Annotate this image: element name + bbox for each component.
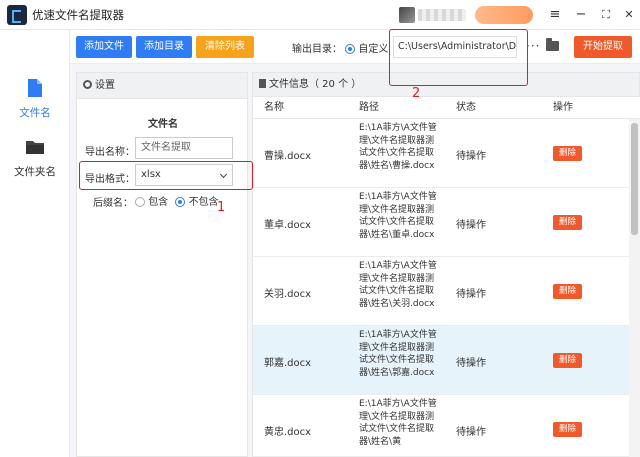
- delete-button[interactable]: 删除: [553, 422, 582, 437]
- browse-folder-icon[interactable]: [546, 38, 559, 51]
- start-extract-button[interactable]: 开始提取: [574, 36, 632, 58]
- vip-badge[interactable]: [475, 6, 533, 24]
- file-status: 待操作: [456, 427, 486, 438]
- add-directory-button[interactable]: 添加目录: [136, 36, 192, 58]
- file-path: E:\1A菲方\A文件管理\文件名提取器测试文件\文件名提取器\姓名\曹操.do…: [359, 123, 437, 171]
- minimize-icon[interactable]: −: [571, 5, 591, 25]
- file-list-panel: 文件信息（ 20 个 ） 名称 路径 状态 操作 曹操.docx E:\1A菲方…: [252, 72, 640, 457]
- file-name: 曹操.docx: [264, 151, 312, 162]
- toolbar: 添加文件 添加目录 清除列表 输出目录： 自定义 C:\Users\Admini…: [70, 30, 640, 64]
- folder-icon: [26, 141, 44, 154]
- output-label-text: 输出目录：: [292, 44, 342, 55]
- suffix-include-label: 包含: [148, 197, 169, 208]
- table-row[interactable]: 曹操.docx E:\1A菲方\A文件管理\文件名提取器测试文件\文件名提取器\…: [253, 119, 629, 188]
- file-count-label: 文件信息（ 20 个 ）: [269, 79, 362, 90]
- file-name: 关羽.docx: [264, 289, 312, 300]
- sidebar: 文件名 文件夹名: [0, 30, 70, 457]
- delete-button[interactable]: 删除: [553, 284, 582, 299]
- file-path: E:\1A菲方\A文件管理\文件名提取器测试文件\文件名提取器\姓名\郭嘉.do…: [359, 330, 437, 378]
- maximize-icon[interactable]: ⛶: [596, 5, 616, 25]
- custom-output-label: 自定义: [358, 44, 389, 55]
- column-action: 操作: [553, 102, 573, 113]
- scrollbar-thumb[interactable]: [631, 123, 638, 235]
- user-name-blurred: [418, 9, 466, 21]
- sidebar-item-filename[interactable]: 文件名: [0, 78, 70, 120]
- clear-list-button[interactable]: 清除列表: [196, 36, 254, 58]
- annotation-box-format: [79, 161, 253, 190]
- suffix-radio-group: 包含 不包含: [135, 193, 219, 208]
- table-row-selected[interactable]: 郭嘉.docx E:\1A菲方\A文件管理\文件名提取器测试文件\文件名提取器\…: [253, 326, 629, 395]
- suffix-include-radio[interactable]: [135, 197, 145, 207]
- file-path: E:\1A菲方\A文件管理\文件名提取器测试文件\文件名提取器\姓名\董卓.do…: [359, 192, 437, 240]
- settings-header: 设置: [77, 73, 247, 99]
- file-name: 郭嘉.docx: [264, 358, 312, 369]
- table-row[interactable]: 黄忠.docx E:\1A菲方\A文件管理\文件名提取器测试文件\文件名提取器\…: [253, 395, 629, 457]
- menu-icon[interactable]: ≡: [545, 5, 565, 25]
- annotation-number-2: 2: [412, 86, 421, 101]
- file-status: 待操作: [456, 289, 486, 300]
- settings-panel: 设置 文件名 导出名称： 文件名提取 导出格式： xlsx 后缀名： 包含 不包…: [76, 72, 248, 457]
- file-path: E:\1A菲方\A文件管理\文件名提取器测试文件\文件名提取器\姓名\黄: [359, 399, 437, 447]
- column-status: 状态: [456, 102, 476, 113]
- delete-button[interactable]: 删除: [553, 353, 582, 368]
- add-file-button[interactable]: 添加文件: [76, 36, 132, 58]
- file-icon: [28, 79, 42, 97]
- sidebar-item-label: 文件夹名: [14, 166, 56, 178]
- delete-button[interactable]: 删除: [553, 215, 582, 230]
- suffix-label: 后缀名：: [93, 198, 133, 209]
- more-options-icon[interactable]: ···: [526, 39, 540, 53]
- table-header: 名称 路径 状态 操作: [253, 97, 640, 119]
- column-path: 路径: [359, 102, 379, 113]
- table-row[interactable]: 关羽.docx E:\1A菲方\A文件管理\文件名提取器测试文件\文件名提取器\…: [253, 257, 629, 326]
- export-name-label: 导出名称：: [85, 147, 135, 158]
- table-row[interactable]: 董卓.docx E:\1A菲方\A文件管理\文件名提取器测试文件\文件名提取器\…: [253, 188, 629, 257]
- export-name-placeholder: 文件名提取: [141, 142, 191, 153]
- close-icon[interactable]: ✕: [619, 5, 639, 25]
- user-avatar[interactable]: [399, 7, 415, 23]
- file-status: 待操作: [456, 151, 486, 162]
- app-title: 优速文件名提取器: [32, 8, 124, 22]
- file-status: 待操作: [456, 220, 486, 231]
- file-name: 黄忠.docx: [264, 427, 312, 438]
- file-path: E:\1A菲方\A文件管理\文件名提取器测试文件\文件名提取器\姓名\关羽.do…: [359, 261, 437, 309]
- gear-icon: [83, 80, 92, 89]
- scrollbar[interactable]: [629, 119, 640, 457]
- title-bar: 优速文件名提取器 ≡ − ⛶ ✕: [0, 0, 640, 30]
- output-directory-label: 输出目录： 自定义: [292, 40, 388, 55]
- section-title: 文件名: [148, 119, 178, 130]
- suffix-exclude-label: 不包含: [188, 197, 219, 208]
- settings-title: 设置: [95, 80, 115, 91]
- sidebar-item-label: 文件名: [19, 107, 51, 119]
- file-status: 待操作: [456, 358, 486, 369]
- custom-output-radio[interactable]: [345, 44, 356, 54]
- delete-button[interactable]: 删除: [553, 146, 582, 161]
- file-name: 董卓.docx: [264, 220, 312, 231]
- document-icon: [259, 79, 266, 88]
- annotation-box-output: [389, 29, 528, 86]
- suffix-exclude-radio[interactable]: [175, 197, 186, 207]
- export-name-input[interactable]: 文件名提取: [135, 137, 233, 159]
- column-name: 名称: [264, 102, 284, 113]
- app-logo-icon: [7, 5, 27, 25]
- sidebar-item-foldername[interactable]: 文件夹名: [0, 137, 70, 179]
- annotation-number-1: 1: [217, 200, 226, 215]
